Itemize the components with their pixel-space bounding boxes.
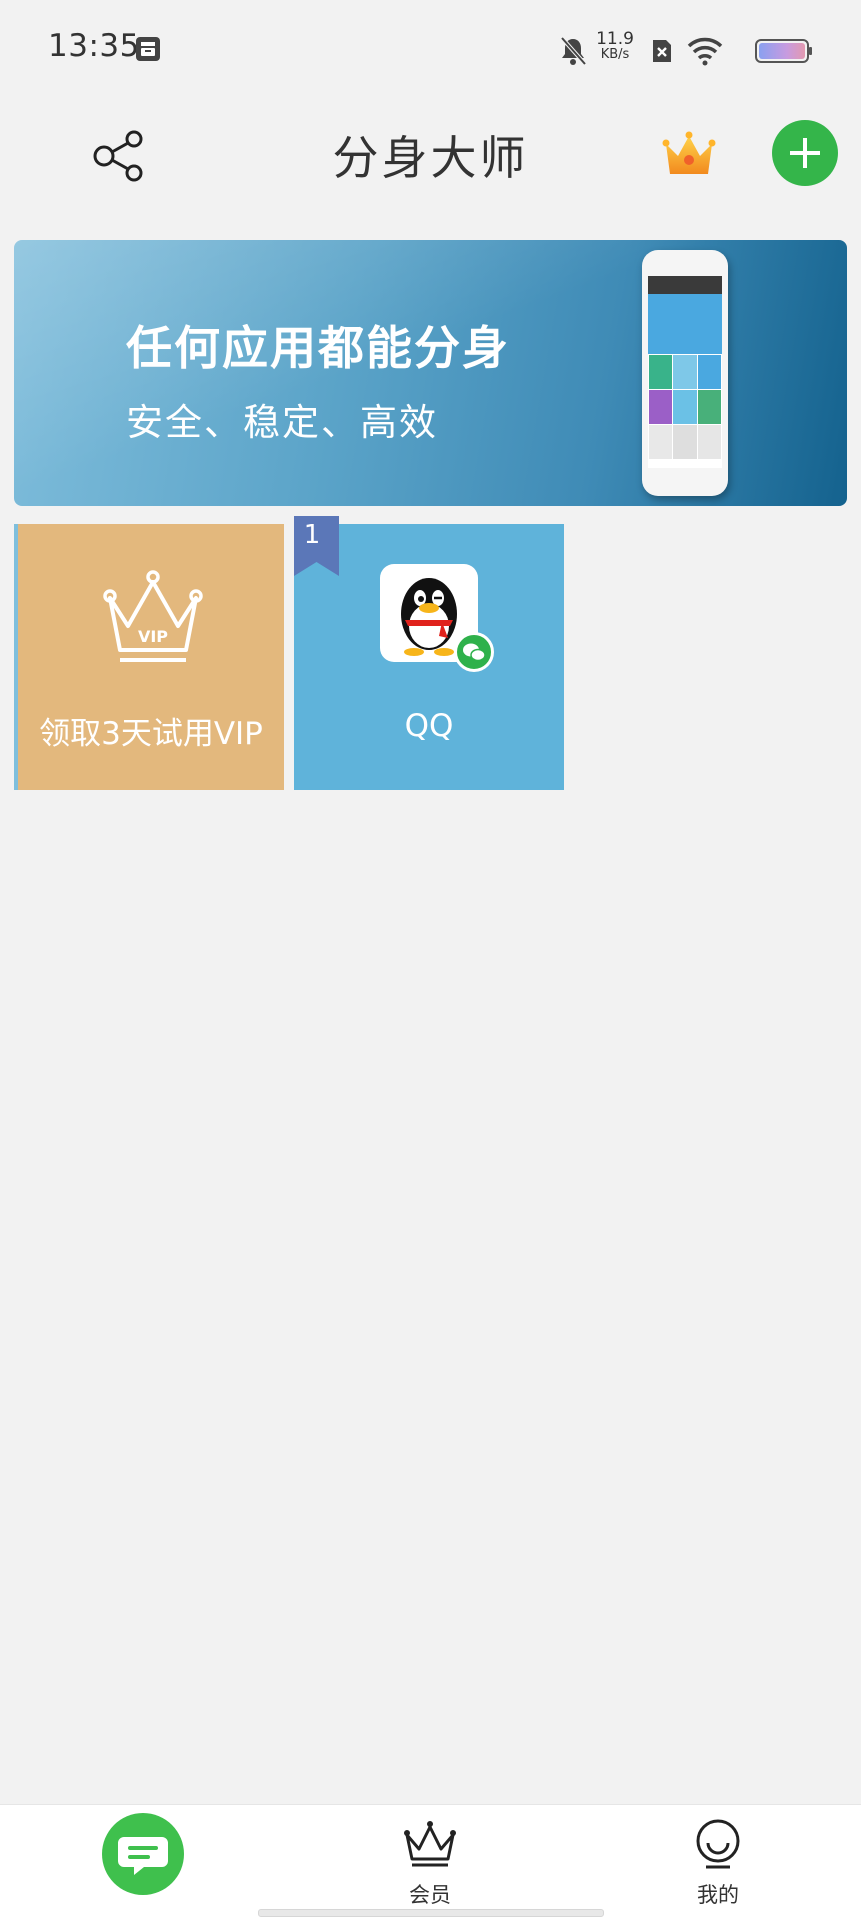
clone-count-badge: 1 bbox=[294, 516, 339, 576]
battery-icon bbox=[755, 39, 812, 63]
home-indicator[interactable] bbox=[258, 1909, 604, 1917]
wifi-icon bbox=[687, 37, 723, 66]
network-speed: 11.9 KB/s bbox=[595, 29, 635, 63]
page-title: 分身大师 bbox=[332, 131, 529, 185]
add-app-button[interactable] bbox=[772, 120, 838, 186]
nav-label-vip: 会员 bbox=[409, 1883, 451, 1907]
no-sim-icon bbox=[653, 40, 671, 62]
person-icon bbox=[696, 1819, 740, 1869]
clone-count-number: 1 bbox=[303, 520, 321, 550]
status-right-group: 11.9 KB/s bbox=[553, 30, 813, 70]
status-time: 13:35 bbox=[48, 28, 140, 64]
crown-icon bbox=[404, 1821, 456, 1867]
nav-vip[interactable]: 会员 bbox=[370, 1813, 490, 1913]
network-speed-value: 11.9 bbox=[596, 29, 634, 49]
status-bar: 13:35 11.9 KB/s bbox=[0, 0, 861, 100]
promo-banner[interactable]: 任何应用都能分身 安全、稳定、高效 bbox=[14, 240, 847, 506]
vip-crown-icon[interactable] bbox=[662, 130, 716, 180]
tile-label: QQ bbox=[404, 708, 454, 744]
vip-crown-icon: VIP bbox=[103, 570, 203, 662]
tile-trial-vip[interactable]: VIP 领取3天试用VIP bbox=[14, 524, 284, 790]
chat-icon bbox=[118, 1837, 168, 1875]
nav-mine[interactable]: 我的 bbox=[658, 1813, 778, 1913]
network-speed-unit: KB/s bbox=[600, 47, 630, 62]
app-screen: 13:35 11.9 KB/s 分身大师 任何应用都能分身 安全、稳定、高效 V… bbox=[0, 0, 861, 1920]
bottom-nav: 会员 我的 bbox=[0, 1804, 861, 1920]
mute-bell-icon bbox=[560, 36, 587, 66]
svg-text:VIP: VIP bbox=[138, 627, 168, 646]
wechat-badge-icon bbox=[454, 632, 494, 672]
banner-subtitle: 安全、稳定、高效 bbox=[126, 401, 438, 444]
top-header: 分身大师 bbox=[0, 100, 861, 210]
notification-app-icon bbox=[136, 37, 160, 61]
plus-icon bbox=[790, 138, 820, 168]
phone-screen bbox=[648, 276, 722, 468]
nav-label-mine: 我的 bbox=[697, 1883, 739, 1907]
nav-chat-button[interactable] bbox=[102, 1813, 184, 1895]
tile-label: 领取3天试用VIP bbox=[39, 716, 263, 752]
banner-title: 任何应用都能分身 bbox=[126, 321, 510, 375]
phone-illustration bbox=[642, 250, 728, 496]
